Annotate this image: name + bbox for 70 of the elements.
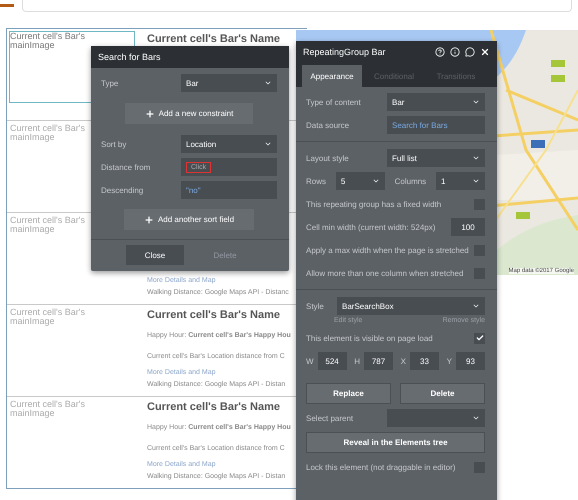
setting-label: Apply a max width when the page is stretched (306, 246, 469, 254)
field-label: Descending (101, 186, 144, 194)
number-field[interactable]: 93 (456, 352, 485, 370)
accent-bar (0, 4, 14, 7)
caret-icon (472, 302, 480, 310)
field-label: X (400, 356, 406, 366)
speech-bubble-icon[interactable] (465, 47, 475, 57)
content-type-dropdown[interactable]: Bar (387, 93, 485, 111)
bar-name: Current cell's Bar's Name (147, 309, 280, 321)
field-label: Y (446, 356, 452, 366)
number-field[interactable]: 33 (410, 352, 439, 370)
caret-icon (472, 154, 480, 162)
field-label: Sort by (101, 140, 126, 148)
caret-icon (472, 177, 480, 185)
caret-icon (264, 140, 272, 148)
descending-field[interactable]: "no" (181, 181, 277, 199)
field-label: Type (101, 78, 118, 88)
plus-icon (144, 214, 154, 224)
columns-dropdown[interactable]: 1 (436, 172, 485, 190)
add-sort-button[interactable]: Add another sort field (124, 209, 254, 230)
parent-dropdown[interactable] (387, 409, 485, 427)
setting-label: Lock this element (not draggable in editor) (306, 462, 456, 472)
field-label: Type of content (306, 98, 361, 106)
field-label: Distance from (101, 162, 150, 172)
field-label: Data source (306, 120, 350, 130)
footer-button[interactable]: Close (126, 245, 184, 265)
bar-name: Current cell's Bar's Name (147, 401, 280, 413)
layout-dropdown[interactable]: Full list (387, 149, 485, 167)
setting-label: This repeating group has a fixed width (306, 200, 442, 208)
caret-icon (264, 79, 272, 87)
setting-label: Cell min width (current width: 524px) (306, 222, 436, 232)
image-label: Current cell's Bar's mainImage (10, 308, 86, 326)
search-field[interactable] (22, 0, 572, 12)
panel-title: RepeatingGroup Bar (303, 47, 386, 57)
help-icon[interactable] (435, 47, 445, 57)
setting-label: This element is visible on page load (306, 334, 433, 342)
image-label: Current cell's Bar's mainImage (10, 32, 86, 50)
reveal-button[interactable]: Reveal in the Elements tree (306, 432, 485, 453)
image-label: Current cell's Bar's mainImage (10, 124, 86, 142)
add-constraint-button[interactable]: Add a new constraint (124, 103, 254, 124)
type-dropdown[interactable]: Bar (181, 74, 277, 92)
caret-icon (472, 98, 480, 106)
image-label: Current cell's Bar's mainImage (10, 400, 86, 418)
action-button[interactable]: Replace (306, 383, 391, 404)
sort-dropdown[interactable]: Location (181, 135, 277, 153)
field-label: H (354, 356, 360, 366)
panel-title: Search for Bars (98, 52, 161, 62)
number-field[interactable]: 524 (318, 352, 347, 370)
caret-icon (472, 414, 480, 422)
field-label: Layout style (306, 154, 349, 162)
info-icon[interactable] (450, 47, 460, 57)
number-field[interactable]: 100 (451, 218, 485, 236)
rows-dropdown[interactable]: 5 (336, 172, 385, 190)
close-icon[interactable] (480, 47, 490, 57)
setting-label: Allow more than one column when stretched (306, 268, 464, 278)
field-label: Rows (306, 176, 326, 186)
field-label: Columns (394, 176, 426, 186)
field-label: Style (306, 302, 324, 310)
image-label: Current cell's Bar's mainImage (10, 216, 86, 234)
panel-tab[interactable]: Appearance (302, 65, 362, 87)
checkbox[interactable] (474, 332, 485, 344)
caret-icon (372, 177, 380, 185)
style-dropdown[interactable]: BarSearchBox (337, 297, 485, 315)
data-source-field[interactable]: Search for Bars (387, 116, 485, 134)
plus-icon (144, 108, 155, 118)
bar-name: Current cell's Bar's Name (147, 33, 280, 45)
number-field[interactable]: 787 (364, 352, 393, 370)
field-label: W (306, 356, 314, 366)
field-label: Select parent (306, 414, 354, 422)
action-button[interactable]: Delete (400, 383, 485, 404)
